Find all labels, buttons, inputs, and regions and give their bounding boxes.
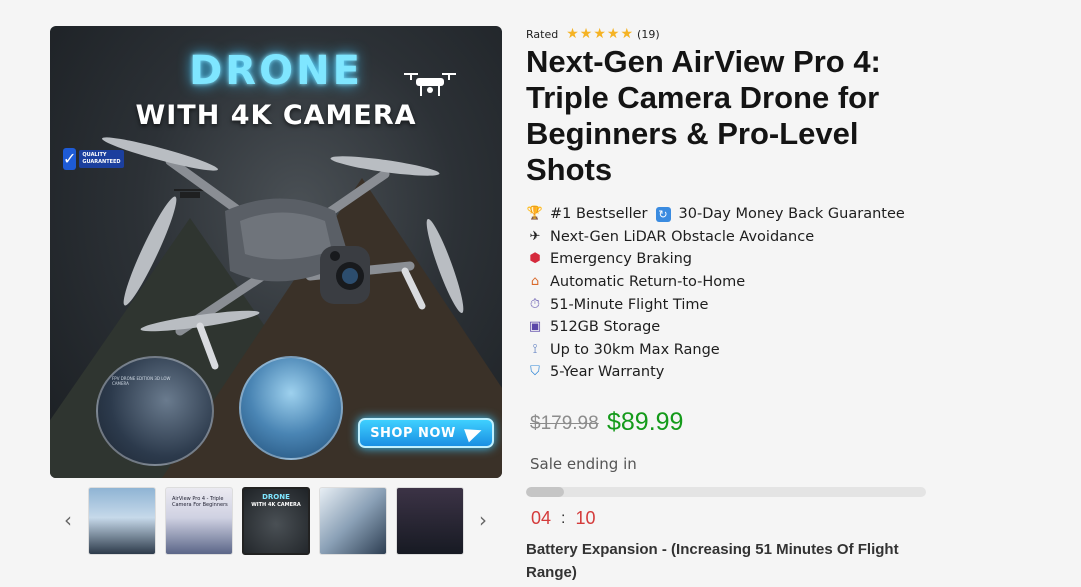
home-icon: ⌂ [530, 274, 540, 290]
detail-circle-flight [239, 356, 343, 460]
sale-ending-label: Sale ending in [530, 455, 637, 473]
rating-stars: ★ ★ ★ ★ ★ [566, 27, 633, 41]
feature-item: ⟟ Up to 30km Max Range [526, 339, 905, 362]
quality-badge: ✓ QUALITY GUARANTEED [63, 148, 124, 170]
feature-text: 512GB Storage [550, 319, 661, 336]
satellite-icon: ⟟ [532, 341, 538, 357]
main-product-image[interactable]: DRONE WITH 4K CAMERA ✓ QUALITY GUARANTEE… [50, 26, 502, 478]
rating-row[interactable]: Rated ★ ★ ★ ★ ★ (19) [526, 27, 660, 41]
detail-circle-camera: FPV DRONE EDITION 3D LOW CAMERA [96, 356, 214, 466]
sale-price: $89.99 [607, 408, 684, 436]
feature-item: ⏱ 51-Minute Flight Time [526, 293, 905, 316]
product-title: Next-Gen AirView Pro 4: Triple Camera Dr… [526, 44, 881, 187]
thumbnail-4[interactable] [319, 487, 387, 555]
thumbnail-5[interactable] [396, 487, 464, 555]
thumbnail-2-caption: AirView Pro 4 - Triple Camera For Beginn… [172, 496, 228, 508]
rating-label: Rated [526, 27, 559, 41]
sale-progress-fill [526, 487, 564, 497]
feature-text: 30-Day Money Back Guarantee [678, 206, 905, 223]
thumbnail-2[interactable]: AirView Pro 4 - Triple Camera For Beginn… [165, 487, 233, 555]
trophy-icon: 🏆 [526, 206, 544, 222]
circle-caption: FPV DRONE EDITION 3D LOW CAMERA [112, 376, 171, 386]
feature-text: Emergency Braking [550, 251, 693, 268]
quality-badge-text: QUALITY GUARANTEED [79, 150, 124, 168]
feature-text: Up to 30km Max Range [550, 341, 720, 358]
hero-headline: DRONE [189, 48, 363, 94]
thumbnail-3-caption-2: WITH 4K CAMERA [251, 502, 301, 508]
refresh-icon: ↻ [655, 206, 671, 222]
paper-plane-icon [463, 423, 484, 443]
review-count[interactable]: (19) [637, 28, 660, 41]
option-group-title: Battery Expansion - (Increasing 51 Minut… [526, 541, 899, 581]
sale-progress-bar [526, 487, 926, 497]
star-icon: ★ [579, 26, 593, 42]
countdown-timer: 04 : 10 [531, 508, 596, 529]
feature-text: 51-Minute Flight Time [550, 296, 709, 313]
star-icon: ★ [593, 26, 606, 42]
shop-now-button[interactable]: SHOP NOW [358, 418, 494, 448]
hero-subheadline: WITH 4K CAMERA [135, 100, 417, 131]
gallery-prev-button[interactable]: ‹ [58, 505, 78, 535]
shield-icon: ⛉ [530, 364, 540, 380]
feature-text: 5-Year Warranty [550, 364, 665, 381]
feature-item: 🏆 #1 Bestseller ↻ 30-Day Money Back Guar… [526, 203, 905, 226]
countdown-minutes: 04 [531, 508, 552, 528]
thumbnail-3-caption: DRONE [262, 493, 290, 501]
feature-text: Automatic Return-to-Home [550, 274, 746, 291]
star-icon: ★ [606, 26, 620, 42]
gallery-next-button[interactable]: › [473, 505, 493, 535]
feature-text: #1 Bestseller [550, 206, 648, 223]
feature-item: ⛉ 5-Year Warranty [526, 361, 905, 384]
stopwatch-icon: ⏱ [529, 296, 541, 312]
thumbnail-3[interactable]: DRONE WITH 4K CAMERA [242, 487, 310, 555]
shop-now-label: SHOP NOW [370, 425, 456, 441]
airplane-icon: ✈ [529, 228, 541, 244]
feature-item: ▣ 512GB Storage [526, 316, 905, 339]
feature-item: ⌂ Automatic Return-to-Home [526, 271, 905, 294]
checkmark-icon: ✓ [63, 148, 77, 170]
feature-item: ✈ Next-Gen LiDAR Obstacle Avoidance [526, 226, 905, 249]
star-icon: ★ [620, 26, 634, 42]
thumbnail-strip: AirView Pro 4 - Triple Camera For Beginn… [88, 487, 464, 555]
countdown-seconds: 10 [575, 508, 596, 528]
floppy-disk-icon: ▣ [528, 319, 542, 335]
feature-text: Next-Gen LiDAR Obstacle Avoidance [550, 228, 815, 245]
countdown-separator: : [561, 509, 566, 527]
thumbnail-1[interactable] [88, 487, 156, 555]
feature-list: 🏆 #1 Bestseller ↻ 30-Day Money Back Guar… [526, 203, 905, 384]
feature-item: ⬢ Emergency Braking [526, 248, 905, 271]
star-icon: ★ [566, 26, 579, 42]
stop-sign-icon: ⬢ [529, 251, 541, 267]
original-price: $179.98 [530, 413, 599, 434]
